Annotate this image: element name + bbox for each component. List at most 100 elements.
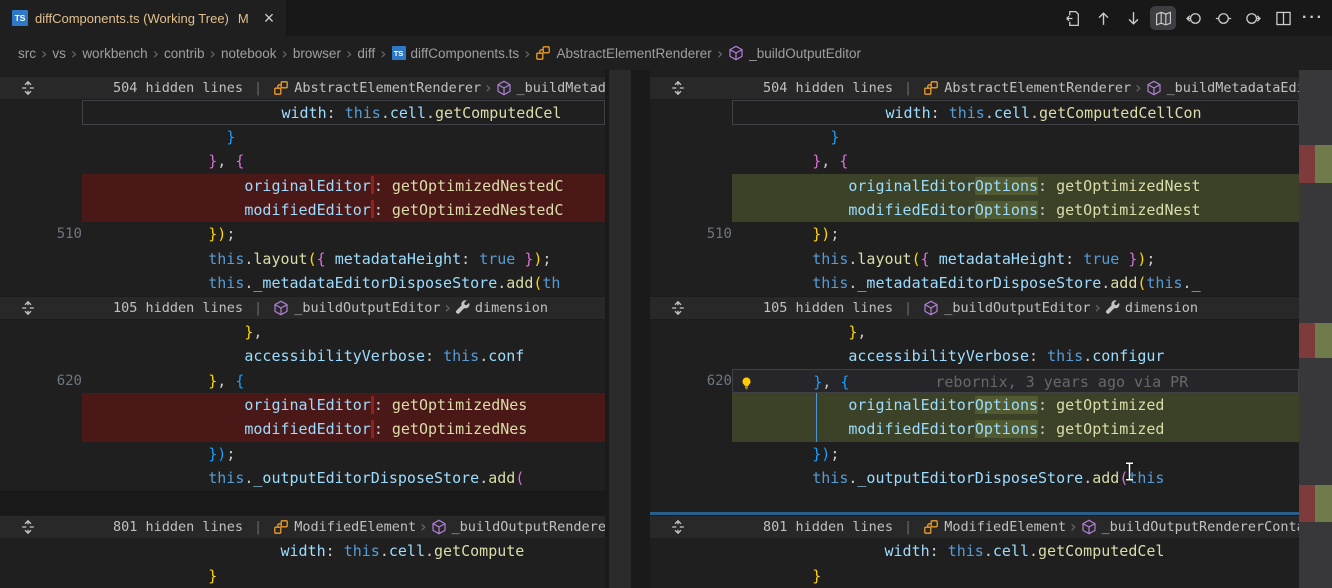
- lightbulb-icon[interactable]: [739, 374, 754, 393]
- symbol-crumb[interactable]: dimension: [1105, 297, 1198, 319]
- diff-pane-modified[interactable]: 504 hidden lines|AbstractElementRenderer…: [650, 70, 1332, 588]
- code-text[interactable]: originalEditor: getOptimizedNestedC: [82, 174, 605, 198]
- code-text[interactable]: });: [82, 442, 605, 466]
- code-text[interactable]: this._metadataEditorDisposeStore.add(th: [82, 271, 605, 295]
- code-text[interactable]: }, {: [82, 149, 605, 173]
- code-text[interactable]: modifiedEditor: getOptimizedNestedC: [82, 198, 605, 222]
- collapse-unchanged-regions-icon[interactable]: [1150, 6, 1176, 30]
- overview-ruler[interactable]: [1299, 70, 1332, 588]
- diff-pane-original[interactable]: 504 hidden lines|AbstractElementRenderer…: [0, 70, 605, 588]
- code-text[interactable]: }, {: [732, 149, 1299, 173]
- code-text[interactable]: },: [732, 320, 1299, 344]
- unfold-icon[interactable]: [670, 300, 686, 316]
- breadcrumb-item-workbench[interactable]: workbench: [82, 46, 147, 61]
- hidden-lines-label: 105 hidden lines|_buildOutputEditor›dime…: [706, 297, 1299, 319]
- breadcrumb-item-contrib[interactable]: contrib: [164, 46, 205, 61]
- symbol-crumb[interactable]: AbstractElementRenderer: [923, 77, 1131, 99]
- hidden-lines-header[interactable]: 801 hidden lines|ModifiedElement›_buildO…: [0, 515, 605, 539]
- breadcrumb-item-notebook[interactable]: notebook: [221, 46, 277, 61]
- hidden-lines-header[interactable]: 504 hidden lines|AbstractElementRenderer…: [650, 76, 1299, 100]
- token: }: [812, 152, 821, 170]
- breadcrumb-item--buildoutputeditor[interactable]: _buildOutputEditor: [728, 45, 861, 61]
- breadcrumb-item-abstractelementrenderer[interactable]: AbstractElementRenderer: [535, 45, 711, 61]
- code-text[interactable]: this._metadataEditorDisposeStore.add(thi…: [732, 271, 1299, 295]
- symbol-crumb[interactable]: _buildOutputEditor: [923, 297, 1090, 319]
- code-text[interactable]: accessibilityVerbose: this.configur: [732, 344, 1299, 368]
- code-text[interactable]: originalEditor: getOptimizedNes: [82, 393, 605, 417]
- code-text[interactable]: this._outputEditorDisposeStore.add(: [82, 466, 605, 490]
- code-text[interactable]: }: [82, 125, 605, 149]
- tab-diffcomponents[interactable]: TS diffComponents.ts (Working Tree) M ×: [0, 0, 287, 36]
- code-text[interactable]: width: this.cell.getComputedCel: [732, 539, 1299, 563]
- code-text[interactable]: });: [732, 442, 1299, 466]
- breadcrumb-item-browser[interactable]: browser: [293, 46, 341, 61]
- symbol-crumb[interactable]: AbstractElementRenderer: [273, 77, 481, 99]
- token: [136, 274, 208, 292]
- hidden-lines-header[interactable]: 105 hidden lines|_buildOutputEditor›dime…: [650, 296, 1299, 320]
- split-editor-icon[interactable]: [1270, 6, 1296, 30]
- symbol-crumb[interactable]: _buildOutputRendererCont: [431, 516, 605, 538]
- symbol-crumb[interactable]: ModifiedElement: [923, 516, 1066, 538]
- symbol-crumb[interactable]: _buildOutputRendererContainer: [1081, 516, 1299, 538]
- code-text[interactable]: modifiedEditorOptions: getOptimizedNest: [732, 198, 1299, 222]
- code-text[interactable]: width: this.cell.getCompute: [82, 539, 605, 563]
- breadcrumb-item-diffcomponents-ts[interactable]: TSdiffComponents.ts: [392, 46, 520, 61]
- code-text[interactable]: }, {rebornix, 3 years ago via PR: [732, 369, 1299, 393]
- previous-change-icon[interactable]: [1090, 6, 1116, 30]
- hidden-lines-header[interactable]: 105 hidden lines|_buildOutputEditor›dime…: [0, 296, 605, 320]
- arrow-circle-right-icon[interactable]: [1240, 6, 1266, 30]
- token: .: [497, 274, 506, 292]
- code-text[interactable]: this.layout({ metadataHeight: true });: [82, 247, 605, 271]
- code-text[interactable]: },: [82, 320, 605, 344]
- breadcrumb-item-vs[interactable]: vs: [52, 46, 66, 61]
- code-text[interactable]: this._outputEditorDisposeStore.add(this: [732, 466, 1299, 490]
- left-editor-scrollbar[interactable]: [609, 70, 631, 588]
- code-text[interactable]: }: [82, 564, 605, 588]
- line-number: [56, 393, 82, 417]
- code-text[interactable]: [732, 491, 1299, 512]
- token: [740, 177, 848, 195]
- code-text[interactable]: width: this.cell.getComputedCel: [82, 100, 605, 124]
- code-text[interactable]: }: [732, 564, 1299, 588]
- close-icon[interactable]: ×: [264, 9, 275, 27]
- arrow-circle-left-icon[interactable]: [1180, 6, 1206, 30]
- more-actions-icon[interactable]: ···: [1300, 6, 1326, 30]
- code-text[interactable]: }, {: [82, 369, 605, 393]
- code-text[interactable]: [82, 491, 605, 515]
- unfold-icon[interactable]: [20, 80, 36, 96]
- typescript-file-icon: TS: [12, 10, 28, 26]
- symbol-crumb[interactable]: _buildMetadataEditor: [1146, 77, 1299, 99]
- line-number: [706, 539, 732, 563]
- breadcrumb-label: browser: [293, 46, 341, 61]
- token: :: [425, 347, 434, 365]
- unfold-icon[interactable]: [670, 519, 686, 535]
- unfold-icon[interactable]: [670, 80, 686, 96]
- hidden-lines-header[interactable]: 801 hidden lines|ModifiedElement›_buildO…: [650, 515, 1299, 539]
- close-icon[interactable]: ×: [264, 9, 275, 27]
- go-to-file-icon[interactable]: [1060, 6, 1086, 30]
- token: }: [812, 225, 821, 243]
- code-text[interactable]: accessibilityVerbose: this.conf: [82, 344, 605, 368]
- circle-outline-icon[interactable]: [1210, 6, 1236, 30]
- unfold-icon[interactable]: [20, 519, 36, 535]
- code-text[interactable]: originalEditorOptions: getOptimizedNest: [732, 174, 1299, 198]
- symbol-crumb[interactable]: dimension: [455, 297, 548, 319]
- code-text[interactable]: modifiedEditor: getOptimizedNes: [82, 417, 605, 441]
- symbol-crumb[interactable]: _buildMetadataEd: [496, 77, 605, 99]
- breadcrumb-label: AbstractElementRenderer: [556, 46, 711, 61]
- token: :: [374, 201, 383, 219]
- breadcrumb-item-diff[interactable]: diff: [357, 46, 375, 61]
- code-text[interactable]: });: [82, 222, 605, 246]
- symbol-crumb[interactable]: _buildOutputEditor: [273, 297, 440, 319]
- symbol-crumb[interactable]: ModifiedElement: [273, 516, 416, 538]
- code-text[interactable]: });: [732, 222, 1299, 246]
- code-text[interactable]: originalEditorOptions: getOptimized: [732, 393, 1299, 417]
- code-text[interactable]: modifiedEditorOptions: getOptimized: [732, 417, 1299, 441]
- hidden-lines-header[interactable]: 504 hidden lines|AbstractElementRenderer…: [0, 76, 605, 100]
- code-text[interactable]: this.layout({ metadataHeight: true });: [732, 247, 1299, 271]
- unfold-icon[interactable]: [20, 300, 36, 316]
- code-text[interactable]: }: [732, 125, 1299, 149]
- next-change-icon[interactable]: [1120, 6, 1146, 30]
- breadcrumb-item-src[interactable]: src: [18, 46, 36, 61]
- code-text[interactable]: width: this.cell.getComputedCellCon: [732, 100, 1299, 124]
